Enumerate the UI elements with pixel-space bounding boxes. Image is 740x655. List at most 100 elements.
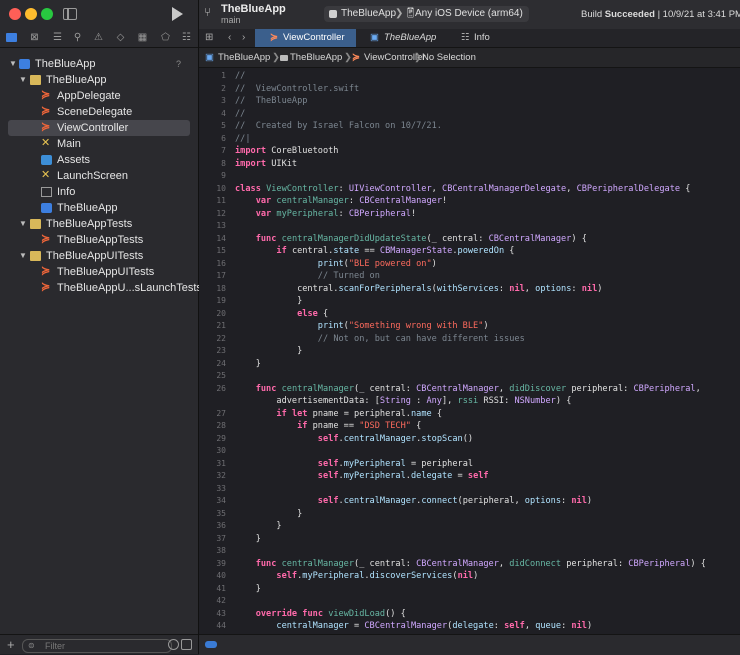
group-item[interactable]: ▼ TheBlueApp: [0, 72, 198, 88]
symbol-icon[interactable]: ☰: [52, 32, 63, 43]
line-number: 44: [216, 621, 226, 630]
line-number: 32: [216, 471, 226, 480]
swift-icon: ≽: [352, 52, 360, 63]
line-number: 22: [216, 333, 226, 343]
breadcrumb-group[interactable]: TheBlueApp: [290, 48, 342, 67]
find-icon[interactable]: ⚲: [72, 32, 83, 43]
disclosure-down-icon[interactable]: ▼: [9, 56, 17, 72]
storyboard-icon: ✕: [41, 137, 51, 149]
line-number: 12: [216, 208, 226, 218]
code-line: func centralManagerDidUpdateState(_ cent…: [255, 233, 587, 244]
line-number: 42: [216, 596, 226, 605]
app-icon: ▣: [370, 32, 379, 43]
code-line: //: [235, 108, 246, 119]
close-window-button[interactable]: [9, 8, 21, 20]
tree-item-label: TheBlueAppTests: [46, 218, 133, 230]
line-number: 29: [216, 433, 226, 443]
editor-tab-bar: ⊞ ‹ › ≽ ViewController ▣ TheBlueApp ☷ In…: [199, 29, 740, 48]
file-item[interactable]: ≽ AppDelegate: [0, 88, 198, 104]
file-item[interactable]: ≽ ViewController: [8, 120, 190, 136]
breadcrumb-project[interactable]: TheBlueApp: [218, 48, 270, 67]
code-line: }: [235, 346, 303, 356]
source-editor[interactable]: 1 2 3 4 5 6 7 8 9 10 11 12 13 14 15 16 17 18 19 20 21 22 23 24 2…: [199, 68, 740, 634]
code-line: }: [235, 533, 261, 544]
chevron-right-icon: ❯: [272, 52, 280, 63]
disclosure-down-icon[interactable]: ▼: [19, 216, 27, 232]
project-root[interactable]: ▼ TheBlueApp ?: [0, 56, 198, 72]
debug-icon[interactable]: ▦: [137, 32, 148, 43]
folder-icon: [280, 55, 288, 61]
line-number: 15: [216, 246, 226, 255]
forward-icon[interactable]: ›: [242, 32, 245, 43]
tree-item-label: Info: [57, 186, 76, 198]
project-icon: [19, 59, 30, 69]
code-line: self.centralManager.connect(peripheral, …: [317, 496, 593, 506]
code-line: self.myPeripheral = peripheral: [317, 458, 474, 469]
run-icon[interactable]: [172, 7, 183, 21]
tree-item-label: AppDelegate: [57, 90, 121, 102]
file-item[interactable]: ✕ Main: [0, 136, 198, 152]
minimize-window-button[interactable]: [25, 8, 37, 20]
tab-viewcontroller[interactable]: ≽ ViewController: [255, 29, 356, 47]
breakpoint-icon[interactable]: ⬠: [160, 32, 171, 43]
line-number: 33: [216, 483, 226, 493]
file-item[interactable]: ≽ SceneDelegate: [0, 104, 198, 120]
line-number: 34: [216, 496, 226, 505]
disclosure-down-icon[interactable]: ▼: [19, 248, 27, 264]
code-line: self.centralManager.stopScan(): [317, 433, 474, 444]
folder-icon: [30, 75, 41, 85]
file-item[interactable]: TheBlueApp: [0, 200, 198, 216]
report-icon[interactable]: ☷: [181, 32, 192, 43]
tab-theblueapp[interactable]: ▣ TheBlueApp: [359, 29, 451, 47]
plist-icon: [41, 187, 52, 197]
code-line: override func viewDidLoad() {: [255, 608, 406, 619]
code-line: print("BLE powered on"): [317, 258, 437, 269]
filter-icon: ⊜: [28, 641, 35, 650]
storyboard-icon: ✕: [41, 169, 51, 181]
recent-files-icon[interactable]: [168, 639, 179, 650]
file-item[interactable]: ≽ TheBlueAppU...sLaunchTests: [0, 280, 202, 296]
filter-bar: + ⊜ Filter: [0, 634, 198, 655]
disclosure-down-icon[interactable]: ▼: [19, 72, 27, 88]
add-icon[interactable]: +: [7, 637, 15, 652]
folder-icon[interactable]: [6, 33, 17, 42]
filter-input[interactable]: ⊜ Filter: [22, 639, 172, 653]
file-item[interactable]: Info: [0, 184, 198, 200]
issue-icon[interactable]: ⚠: [93, 32, 104, 43]
tree-item-label: Main: [57, 138, 81, 150]
group-item[interactable]: ▼ TheBlueAppUITests: [0, 248, 198, 264]
window-title: TheBlueApp: [221, 3, 286, 15]
breadcrumb-symbol[interactable]: No Selection: [422, 48, 476, 67]
sidebar-toggle-icon[interactable]: [63, 8, 77, 20]
tab-info[interactable]: ☷ Info: [454, 29, 514, 47]
code-line: centralManager = CBCentralManager(delega…: [276, 621, 593, 631]
zoom-window-button[interactable]: [41, 8, 53, 20]
line-number: 28: [216, 421, 226, 430]
branch-name[interactable]: main: [221, 15, 241, 25]
line-number: 13: [216, 221, 226, 230]
line-number: 20: [216, 308, 226, 318]
group-item[interactable]: ▼ TheBlueAppTests: [0, 216, 198, 232]
code-line: // Turned on: [317, 271, 380, 281]
back-icon[interactable]: ‹: [228, 32, 231, 43]
source-filter-icon[interactable]: [181, 639, 192, 650]
file-item[interactable]: ≽ TheBlueAppUITests: [0, 264, 198, 280]
file-item[interactable]: Assets: [0, 152, 198, 168]
file-item[interactable]: ≽ TheBlueAppTests: [0, 232, 198, 248]
code-line: var centralManager: CBCentralManager!: [255, 196, 448, 206]
code-line: self.myPeripheral.discoverServices(nil): [276, 571, 479, 581]
grid-icon[interactable]: ⊞: [205, 32, 213, 43]
file-item[interactable]: ✕ LaunchScreen: [0, 168, 198, 184]
test-icon[interactable]: ◇: [115, 32, 126, 43]
code-line: func centralManager(_ central: CBCentral…: [255, 383, 701, 394]
code-line: var myPeripheral: CBPeripheral!: [255, 208, 417, 219]
line-number: 39: [216, 558, 226, 568]
line-number: 36: [216, 521, 226, 530]
scheme-selector[interactable]: TheBlueApp ❯ 📱︎ Any iOS Device (arm64): [324, 6, 529, 22]
debug-bar: [199, 634, 740, 655]
assets-icon: [41, 155, 52, 165]
source-control-icon[interactable]: ⊠: [29, 32, 40, 43]
debug-area-toggle-icon[interactable]: [205, 641, 217, 648]
tree-item-label: Assets: [57, 154, 91, 166]
code-line: import CoreBluetooth: [235, 146, 339, 156]
